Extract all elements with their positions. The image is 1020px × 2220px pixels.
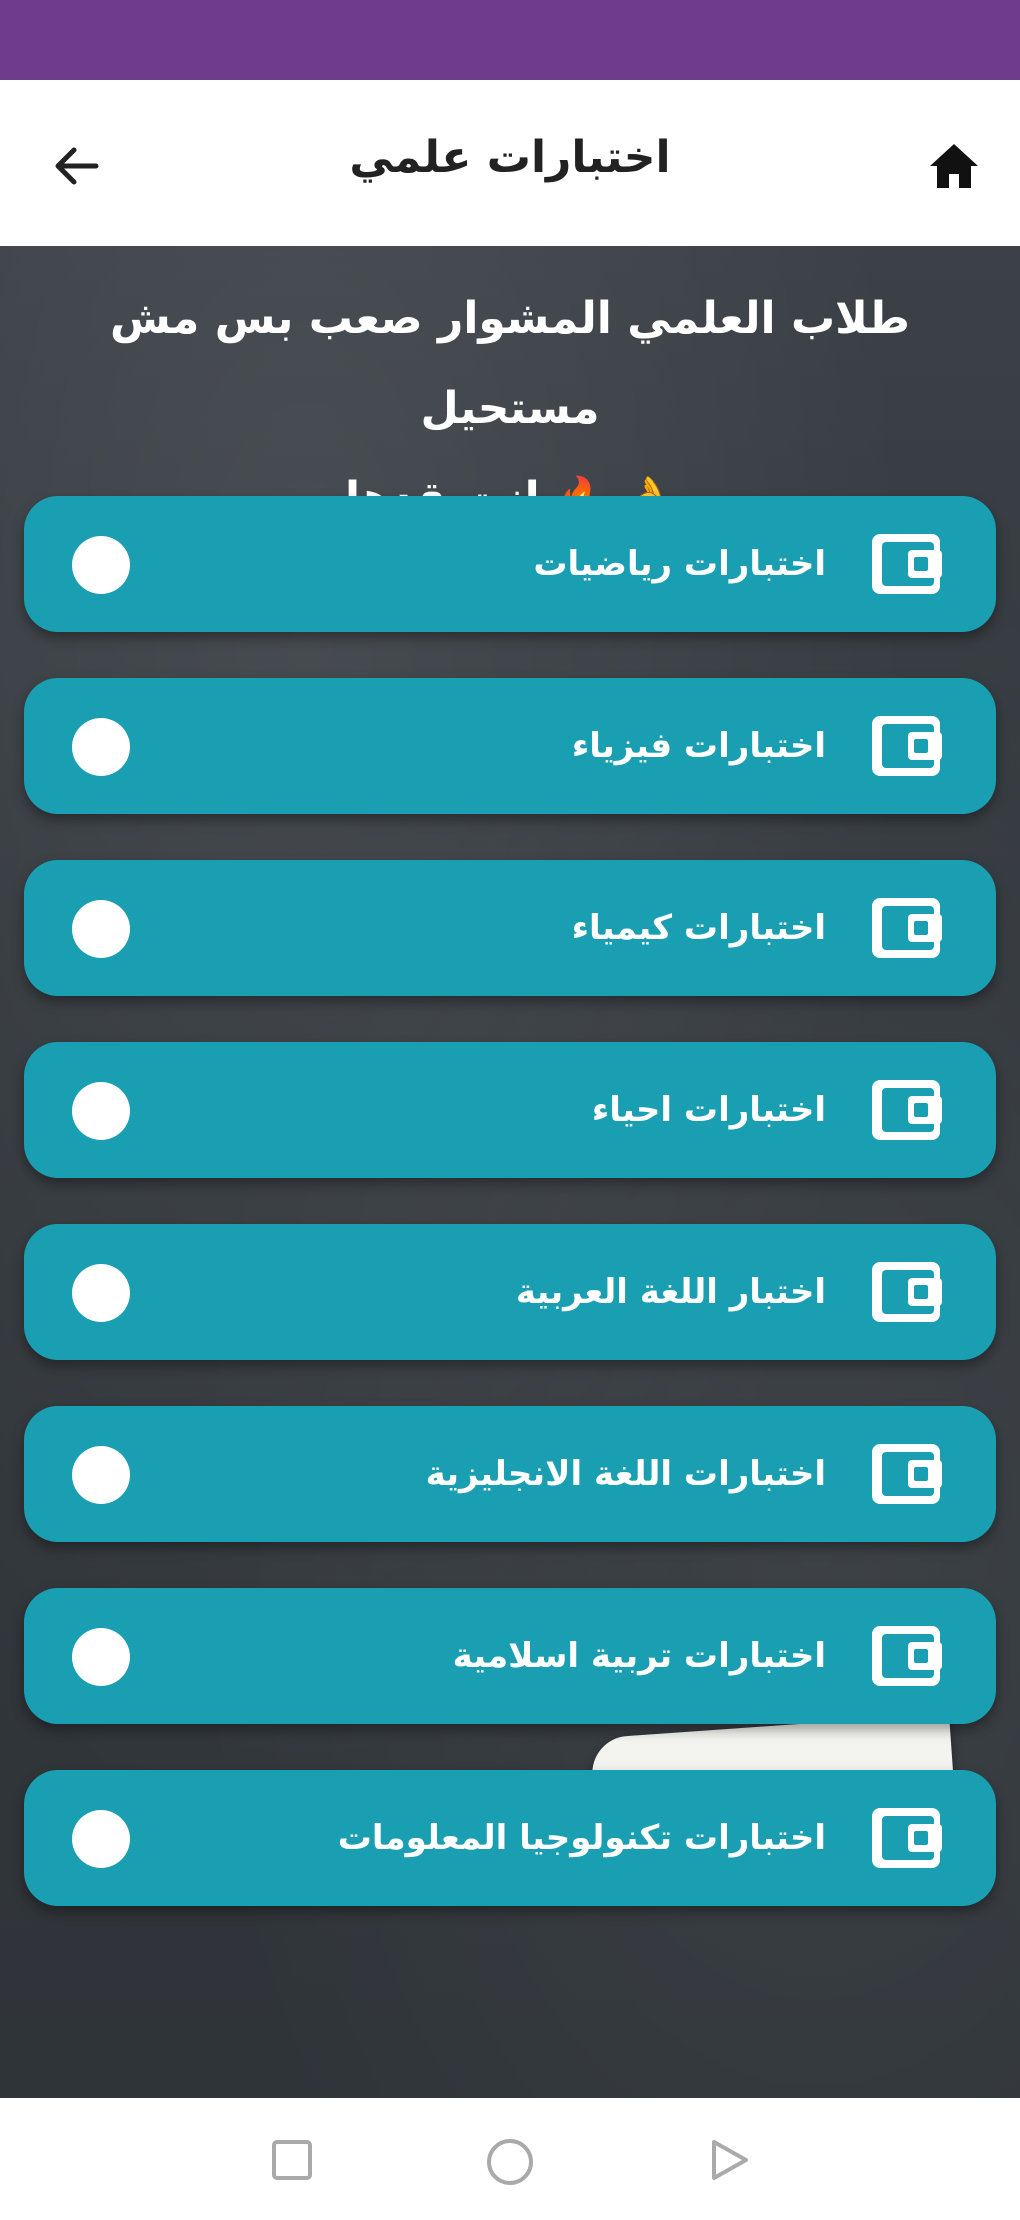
status-bar <box>0 0 1020 80</box>
square-icon[interactable] <box>268 2136 316 2188</box>
wallet-icon <box>868 1622 944 1690</box>
radio-button[interactable] <box>72 1810 130 1868</box>
wallet-icon <box>868 1804 944 1872</box>
list-item[interactable]: اختبارات اللغة الانجليزية <box>24 1406 996 1542</box>
list-item-label: اختبارات احياء <box>591 1090 826 1130</box>
radio-button[interactable] <box>72 718 130 776</box>
headline-line1: طلاب العلمي المشوار صعب بس مش مستحيل <box>109 293 911 434</box>
list-item[interactable]: اختبارات تكنولوجيا المعلومات <box>24 1770 996 1906</box>
radio-button[interactable] <box>72 1082 130 1140</box>
list-item[interactable]: اختبار اللغة العربية <box>24 1224 996 1360</box>
list-item-label: اختبارات كيمياء <box>571 908 826 948</box>
list-item[interactable]: اختبارات رياضيات <box>24 496 996 632</box>
radio-button[interactable] <box>72 1628 130 1686</box>
list-item-label: اختبارات اللغة الانجليزية <box>425 1454 826 1494</box>
list-item[interactable]: اختبارات فيزياء <box>24 678 996 814</box>
radio-button[interactable] <box>72 1446 130 1504</box>
chalkboard-background: طلاب العلمي المشوار صعب بس مش مستحيل انت… <box>0 246 1020 2098</box>
radio-button[interactable] <box>72 1264 130 1322</box>
app-bar: اختبارات علمي <box>0 86 1020 246</box>
system-nav-bar <box>0 2098 1020 2220</box>
list-item-label: اختبارات فيزياء <box>571 726 826 766</box>
list-item-label: اختبارات تكنولوجيا المعلومات <box>337 1818 826 1858</box>
triangle-icon[interactable] <box>704 2136 752 2188</box>
circle-icon[interactable] <box>484 2136 536 2192</box>
list-item-label: اختبار اللغة العربية <box>515 1272 826 1312</box>
list-item-label: اختبارات تربية اسلامية <box>452 1636 826 1676</box>
list-item[interactable]: اختبارات كيمياء <box>24 860 996 996</box>
radio-button[interactable] <box>72 900 130 958</box>
wallet-icon <box>868 1076 944 1144</box>
radio-button[interactable] <box>72 536 130 594</box>
home-icon[interactable] <box>926 138 982 194</box>
list-item[interactable]: اختبارات احياء <box>24 1042 996 1178</box>
wallet-icon <box>868 712 944 780</box>
wallet-icon <box>868 894 944 962</box>
page-title: اختبارات علمي <box>349 132 671 183</box>
list-item[interactable]: اختبارات تربية اسلامية <box>24 1588 996 1724</box>
wallet-icon <box>868 1258 944 1326</box>
wallet-icon <box>868 1440 944 1508</box>
list-item-label: اختبارات رياضيات <box>533 544 826 584</box>
wallet-icon <box>868 530 944 598</box>
